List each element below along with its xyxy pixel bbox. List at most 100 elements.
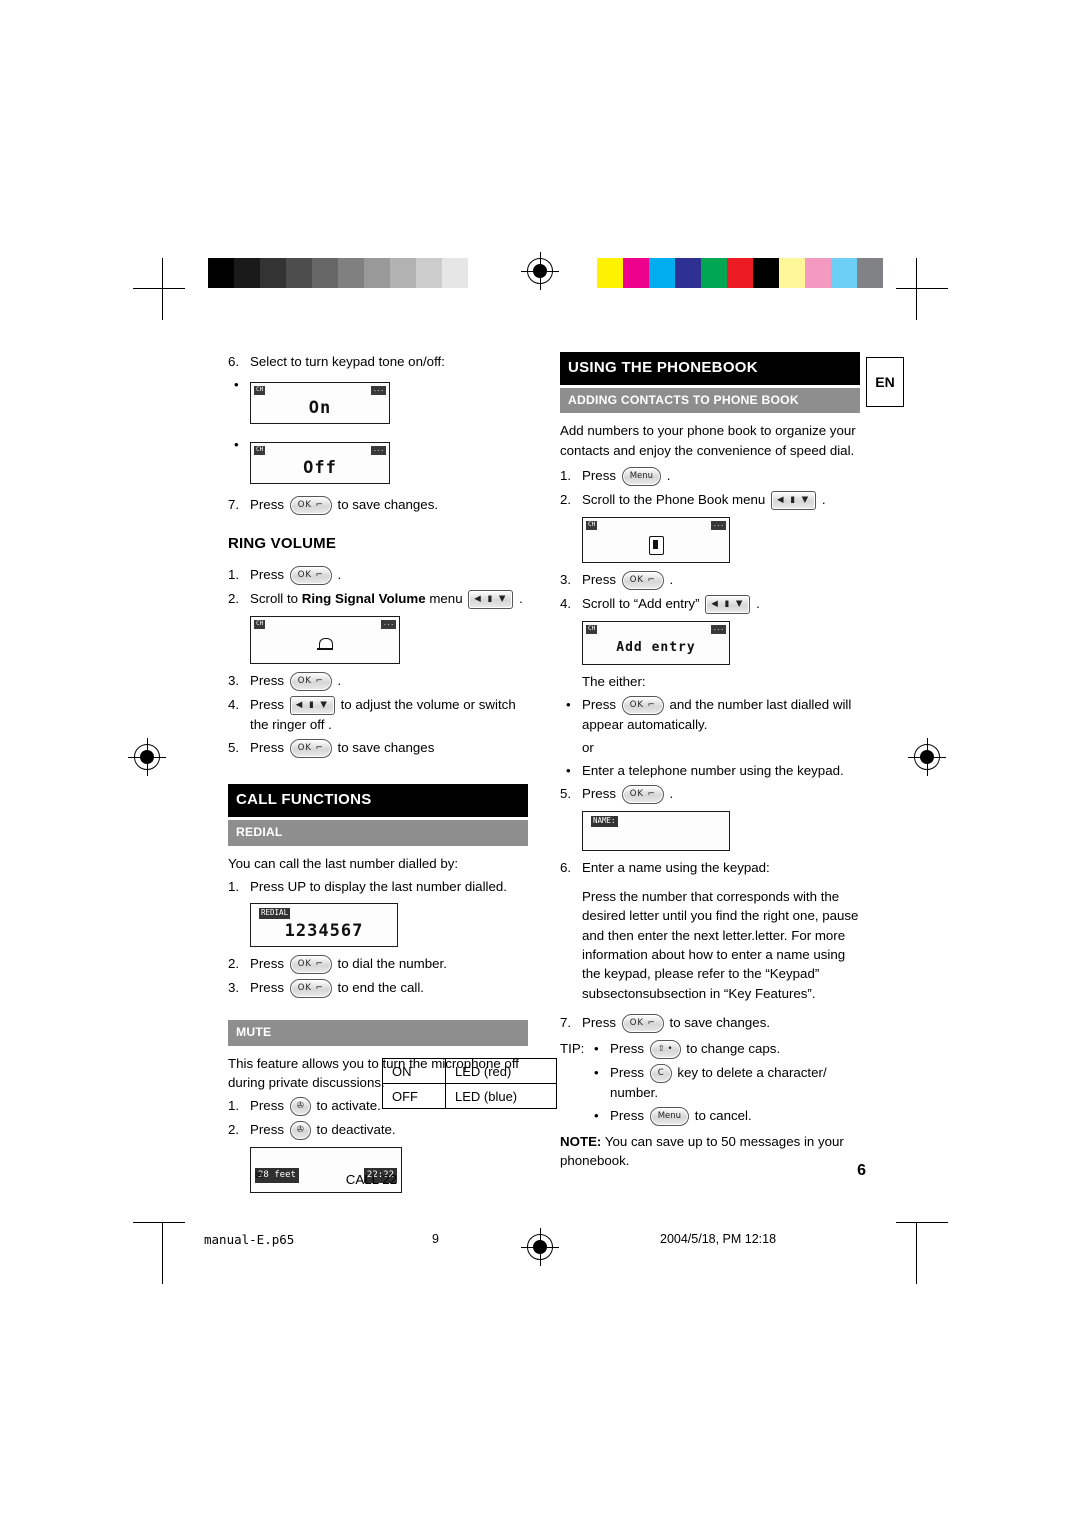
- lcd-mute-glyph: ✉: [255, 1171, 264, 1183]
- step-text-pre: Press: [250, 980, 284, 996]
- menu-key-icon[interactable]: Menu: [649, 1107, 690, 1126]
- step-number: 1.: [560, 467, 572, 483]
- mute-key-icon[interactable]: ✇: [289, 1121, 311, 1141]
- step-number: 5.: [228, 740, 240, 756]
- redial-step-1: 1. Press UP to display the last number d…: [228, 877, 528, 896]
- nav-key-icon[interactable]: ◀ ▮ ▼: [468, 589, 514, 609]
- mute-key-icon[interactable]: ✇: [289, 1097, 311, 1117]
- lcd-screen-add-entry: CH ... Add entry: [582, 620, 730, 665]
- footer-filename: manual-E.p65: [204, 1232, 295, 1247]
- phonebook-heading: USING THE PHONEBOOK: [560, 352, 860, 385]
- step-text-pre: Press: [250, 740, 284, 756]
- mute-state-off: OFF: [382, 1083, 446, 1109]
- step-text-post: .: [669, 571, 674, 587]
- step-text-pre: Press: [250, 672, 284, 688]
- step-text-post: to end the call.: [337, 980, 425, 996]
- tip-row-3: • Press Menu to cancel.: [560, 1106, 860, 1126]
- lcd-value: Off: [303, 458, 337, 479]
- step-number: 1.: [228, 1098, 240, 1114]
- lcd-left-label: CH: [254, 619, 266, 629]
- redial-step-2: 2. Press OK ⌐ to dial the number.: [228, 954, 528, 975]
- lcd-screen-phonebook-menu: CH ...: [582, 516, 730, 563]
- lcd-screen-ring-volume: CH ...: [250, 615, 400, 664]
- ring-volume-step-4: 4. Press ◀ ▮ ▼ to adjust the volume or s…: [228, 695, 528, 734]
- bullet: •: [566, 762, 571, 778]
- phonebook-step-3: 3. Press OK ⌐ .: [560, 570, 860, 590]
- lcd-off-row: • CH ... Off: [228, 435, 528, 491]
- phonebook-step-6: 6. Enter a name using the keypad:: [560, 858, 860, 877]
- step-text-pre: Press: [250, 1122, 284, 1138]
- lcd-left-label: CH: [586, 624, 598, 634]
- menu-key-icon[interactable]: Menu: [621, 466, 662, 486]
- step-number: 5.: [560, 785, 572, 801]
- step-number: 3.: [560, 571, 572, 587]
- clear-key-icon[interactable]: C: [649, 1063, 672, 1083]
- ok-key-icon[interactable]: OK ⌐: [289, 671, 332, 691]
- mute-led-on: LED (red): [445, 1058, 557, 1084]
- menu-name: Ring Signal Volume: [301, 590, 426, 606]
- ok-key-icon[interactable]: OK ⌐: [621, 784, 664, 804]
- step-text-pre: Press: [250, 696, 284, 712]
- lcd-right-label: ...: [371, 446, 386, 456]
- nav-key-icon[interactable]: ◀ ▮ ▼: [705, 594, 751, 614]
- lcd-right-label: ...: [711, 520, 726, 530]
- step-number: 3.: [228, 980, 240, 996]
- tip-row-2: • Press C key to delete a character/ num…: [560, 1063, 860, 1102]
- bell-icon: [317, 637, 333, 653]
- ring-volume-step-1: 1. Press OK ⌐ .: [228, 565, 528, 585]
- ok-key-icon[interactable]: OK ⌐: [289, 496, 332, 516]
- bullet: •: [234, 377, 239, 393]
- step-number: 7.: [560, 1014, 572, 1030]
- redial-heading: REDIAL: [228, 819, 528, 846]
- step-text-post: to activate.: [316, 1098, 381, 1114]
- ok-key-icon[interactable]: OK ⌐: [289, 955, 332, 975]
- ok-key-icon[interactable]: OK ⌐: [621, 696, 664, 716]
- call-functions-heading: CALL FUNCTIONS: [228, 784, 528, 817]
- table-row: ON LED (red): [382, 1058, 557, 1084]
- ok-key-icon[interactable]: OK ⌐: [289, 979, 332, 999]
- step-text-pre: Scroll to: [250, 590, 299, 606]
- mute-led-off: LED (blue): [445, 1083, 557, 1109]
- step-number: 1.: [228, 567, 240, 582]
- ok-key-icon[interactable]: OK ⌐: [621, 570, 664, 590]
- step-text-post: .: [666, 467, 671, 483]
- note-block: NOTE: You can save up to 50 messages in …: [560, 1132, 860, 1171]
- step-text-post: to save changes.: [337, 497, 439, 513]
- lcd-screen-name-entry: NAME:: [582, 810, 730, 851]
- lcd-bottom-label: CALL 22: [345, 1172, 397, 1188]
- phonebook-step-2: 2. Scroll to the Phone Book menu ◀ ▮ ▼ .: [560, 490, 860, 510]
- step-text-post: .: [337, 672, 342, 688]
- step-text: Select to turn keypad tone on/off:: [250, 354, 445, 369]
- keypad-tone-step-7: 7. Press OK ⌐ to save changes.: [228, 495, 528, 516]
- step-text-post: .: [337, 567, 342, 582]
- step-text-post: to save changes.: [669, 1014, 771, 1030]
- note-text: You can save up to 50 messages in your p…: [560, 1134, 844, 1169]
- bullet-text: Enter a telephone number using the keypa…: [582, 762, 844, 778]
- keypad-tone-step-6: 6. Select to turn keypad tone on/off:: [228, 352, 528, 371]
- step-text-post: .: [669, 785, 674, 801]
- nav-key-icon[interactable]: ◀ ▮ ▼: [771, 490, 817, 510]
- bullet: •: [594, 1064, 599, 1080]
- phonebook-step-4: 4. Scroll to “Add entry” ◀ ▮ ▼ .: [560, 594, 860, 614]
- phonebook-intro: Add numbers to your phone book to organi…: [560, 423, 856, 458]
- step-text-pre: Scroll to the Phone Book menu: [582, 491, 766, 507]
- step-text-post: to deactivate.: [316, 1122, 396, 1138]
- step-number: 6.: [560, 859, 572, 875]
- step-number: 2.: [228, 590, 240, 606]
- step-text-post: .: [756, 595, 760, 611]
- step-number: 6.: [228, 354, 240, 369]
- phonebook-step-5: 5. Press OK ⌐ .: [560, 784, 860, 804]
- ok-key-icon[interactable]: OK ⌐: [621, 1013, 664, 1033]
- lcd-value: Add entry: [616, 639, 696, 655]
- step-text-pre: Press: [250, 567, 284, 582]
- step-number: 4.: [560, 595, 572, 611]
- lcd-top-label: NAME:: [591, 815, 618, 827]
- shift-key-icon[interactable]: ⇧ •: [649, 1039, 681, 1059]
- step-text-post: to change caps.: [686, 1040, 781, 1056]
- ok-key-icon[interactable]: OK ⌐: [289, 565, 332, 585]
- nav-key-icon[interactable]: ◀ ▮ ▼: [289, 695, 335, 715]
- step-text-post: to cancel.: [694, 1108, 752, 1124]
- ring-volume-step-5: 5. Press OK ⌐ to save changes: [228, 738, 528, 759]
- ok-key-icon[interactable]: OK ⌐: [289, 739, 332, 759]
- mute-led-table: ON LED (red) OFF LED (blue): [382, 1058, 557, 1109]
